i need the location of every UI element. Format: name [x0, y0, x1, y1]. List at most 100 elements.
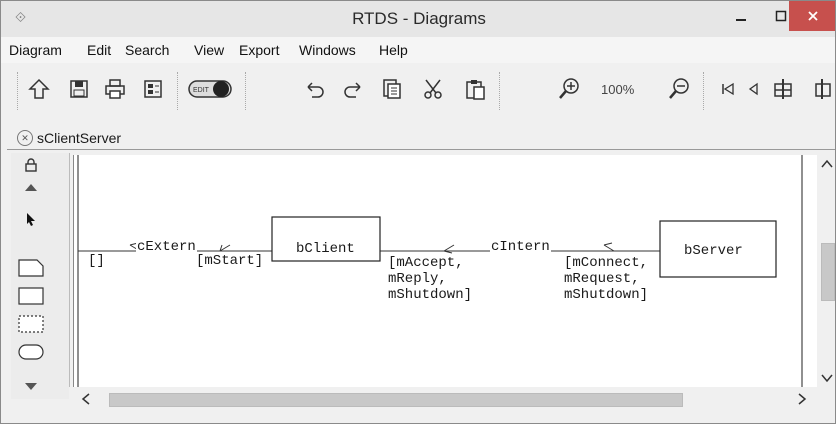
- tab-divider: [7, 149, 835, 150]
- arrow-up-icon: [28, 78, 50, 99]
- minimize-icon: [736, 19, 746, 21]
- close-icon: [808, 11, 818, 21]
- menu-view[interactable]: View: [194, 42, 224, 58]
- palette-scroll-up[interactable]: [17, 177, 45, 197]
- rounded-shape-tool[interactable]: [17, 341, 45, 363]
- copy-icon: [383, 79, 401, 99]
- first-button[interactable]: [717, 75, 739, 103]
- tab-close-icon[interactable]: ✕: [17, 130, 33, 146]
- server-signal-line-1: [mConnect,: [564, 255, 649, 271]
- zoom-out-button[interactable]: [665, 75, 693, 103]
- zoom-in-button[interactable]: [555, 75, 583, 103]
- document-shape-icon: [18, 259, 44, 277]
- skip-first-icon: [722, 82, 734, 96]
- menu-windows[interactable]: Windows: [299, 42, 356, 58]
- vertical-scroll-thumb[interactable]: [821, 243, 835, 301]
- svg-text:EDIT: EDIT: [193, 87, 210, 94]
- scroll-up-icon[interactable]: [817, 157, 836, 171]
- save-icon: [70, 80, 88, 98]
- zoom-level: 100%: [601, 82, 635, 97]
- connector-icon: [774, 79, 792, 99]
- cintern-label: cIntern: [490, 239, 551, 255]
- redo-icon: [344, 82, 361, 98]
- undo-button[interactable]: [301, 75, 329, 103]
- diagram-svg: [77, 155, 803, 397]
- connect-end-button[interactable]: [809, 75, 833, 103]
- redo-button[interactable]: [339, 75, 367, 103]
- cextern-arrow-right-icon: [219, 244, 231, 252]
- toolbar-separator: [177, 72, 178, 110]
- paste-icon: [466, 80, 485, 100]
- client-signal-line-1: [mAccept,: [388, 255, 464, 271]
- copy-button[interactable]: [377, 75, 405, 103]
- server-signal-line-2: mRequest,: [564, 271, 640, 287]
- up-button[interactable]: [25, 75, 53, 103]
- extern-signal-list: []: [88, 253, 105, 269]
- toolbar: EDIT 100%: [1, 63, 835, 119]
- arrow-cursor-icon: [27, 213, 35, 226]
- select-tool[interactable]: [17, 205, 45, 233]
- cintern-arrow-left-icon: [443, 244, 455, 254]
- window-title: RTDS - Diagrams: [352, 9, 486, 28]
- print-button[interactable]: [101, 75, 129, 103]
- client-signal-line-3: mShutdown]: [388, 287, 473, 303]
- undo-icon: [307, 82, 324, 98]
- tab-label: sClientServer: [37, 130, 122, 146]
- document-shape-tool[interactable]: [17, 257, 45, 279]
- close-button[interactable]: [789, 1, 835, 31]
- scissors-icon: [424, 79, 442, 99]
- menu-help[interactable]: Help: [379, 42, 408, 58]
- properties-icon: [144, 80, 162, 98]
- zoom-out-icon: [669, 78, 689, 99]
- bclient-label: bClient: [296, 241, 355, 257]
- toolbar-separator: [499, 72, 500, 110]
- block-shape-tool[interactable]: [17, 285, 45, 307]
- toolbar-separator: [245, 72, 246, 110]
- edit-toggle-icon: EDIT: [188, 80, 232, 98]
- save-button[interactable]: [65, 75, 93, 103]
- triangle-down-icon: [25, 383, 37, 390]
- bserver-label: bServer: [684, 243, 743, 259]
- lock-button[interactable]: [17, 155, 45, 175]
- menu-bar: Diagram Edit Search View Export Windows …: [1, 37, 835, 63]
- vertical-scrollbar[interactable]: [817, 153, 836, 393]
- previous-icon: [748, 82, 758, 96]
- lock-icon: [25, 158, 37, 172]
- palette-scroll-down[interactable]: [17, 377, 45, 397]
- tool-palette: [11, 153, 70, 399]
- toolbar-separator: [703, 72, 704, 110]
- toolbar-grip: [17, 72, 18, 110]
- diagram-canvas[interactable]: [] cExtern [mStart] bClient cIntern [mAc…: [73, 155, 820, 397]
- menu-export[interactable]: Export: [239, 42, 279, 58]
- maximize-icon: [775, 10, 787, 22]
- scroll-down-icon[interactable]: [817, 371, 836, 385]
- triangle-up-icon: [25, 184, 37, 191]
- rectangle-shape-icon: [18, 287, 44, 305]
- connector-end-icon: [815, 79, 831, 99]
- title-bar: ⟐ RTDS - Diagrams: [1, 1, 835, 37]
- cextern-signal-list: [mStart]: [196, 253, 264, 269]
- cut-button[interactable]: [419, 75, 447, 103]
- edit-toggle-button[interactable]: EDIT: [187, 75, 233, 103]
- previous-button[interactable]: [743, 75, 765, 103]
- horizontal-scrollbar[interactable]: [69, 387, 835, 409]
- cextern-label: cExtern: [136, 239, 197, 255]
- paste-button[interactable]: [461, 75, 489, 103]
- tab-sclientserver[interactable]: ✕ sClientServer: [17, 126, 121, 150]
- horizontal-scroll-thumb[interactable]: [109, 393, 683, 407]
- menu-diagram[interactable]: Diagram: [9, 42, 62, 58]
- properties-button[interactable]: [139, 75, 167, 103]
- menu-search[interactable]: Search: [125, 42, 169, 58]
- minimize-button[interactable]: [721, 1, 761, 31]
- scroll-left-icon[interactable]: [79, 389, 93, 409]
- connect-button[interactable]: [771, 75, 795, 103]
- dashed-rectangle-icon: [18, 315, 44, 333]
- cintern-arrow-right-icon: [603, 242, 615, 252]
- print-icon: [105, 79, 125, 99]
- rounded-rectangle-icon: [18, 344, 44, 360]
- menu-edit[interactable]: Edit: [87, 42, 111, 58]
- client-signal-line-2: mReply,: [388, 271, 447, 287]
- app-window: ⟐ RTDS - Diagrams Diagram Edit Search Vi…: [0, 0, 836, 424]
- dashed-shape-tool[interactable]: [17, 313, 45, 335]
- scroll-right-icon[interactable]: [795, 389, 809, 409]
